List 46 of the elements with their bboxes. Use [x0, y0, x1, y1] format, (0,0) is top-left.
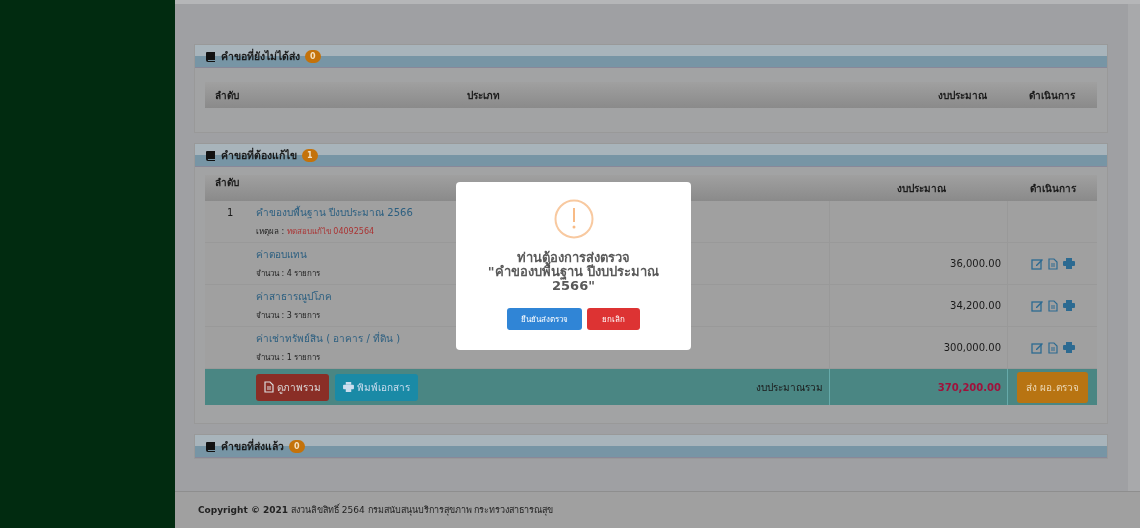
- cancel-button[interactable]: ยกเลิก: [587, 308, 640, 330]
- edit-icon[interactable]: [1030, 299, 1043, 312]
- item-link[interactable]: ค่าสาธารณูปโภค: [256, 291, 332, 302]
- confirm-button[interactable]: ยืนยันส่งตรวจ: [507, 308, 582, 330]
- book-icon: [205, 50, 216, 62]
- edit-icon[interactable]: [1030, 257, 1043, 270]
- book-icon: [205, 149, 216, 161]
- document-icon[interactable]: [1047, 341, 1058, 354]
- overview-button[interactable]: ดูภาพรวม: [256, 373, 329, 401]
- column-header: ประเภท: [466, 88, 501, 103]
- amount: 36,000.00: [950, 258, 1001, 269]
- print-button[interactable]: พิมพ์เอกสาร: [335, 373, 418, 401]
- document-icon: [264, 381, 274, 393]
- total-label: งบประมาณรวม: [756, 380, 823, 395]
- copyright-text: Copyright © 2021 สงวนลิขสิทธิ์ 2564 กรมสนับสนุนบริการสุขภาพ กระทรวงสาธารณสุข: [198, 503, 554, 517]
- column-header: งบประมาณ: [937, 88, 988, 103]
- amount: 300,000.00: [943, 342, 1001, 353]
- column-header: ลำดับ: [214, 176, 240, 190]
- amount: 34,200.00: [950, 300, 1001, 311]
- column-header: ดำเนินการ: [1028, 181, 1077, 196]
- edit-icon[interactable]: [1030, 341, 1043, 354]
- request-link[interactable]: คำของบพื้นฐาน ปีงบประมาณ 2566: [256, 207, 413, 218]
- panel-title: คำขอที่ส่งแล้ว: [221, 437, 284, 454]
- column-header: งบประมาณ: [896, 181, 947, 196]
- document-icon[interactable]: [1047, 299, 1058, 312]
- book-icon: [205, 440, 216, 452]
- item-count: จำนวน : 4 รายการ: [256, 269, 321, 278]
- panel-title: คำขอที่ต้องแก้ไข: [221, 146, 297, 163]
- document-icon[interactable]: [1047, 257, 1058, 270]
- panel-title: คำขอที่ยังไม่ได้ส่ง: [221, 47, 300, 64]
- column-header: ดำเนินการ: [1028, 88, 1076, 103]
- count-badge: 1: [302, 148, 318, 162]
- item-link[interactable]: ค่าเช่าทรัพย์สิน ( อาคาร / ที่ดิน ): [256, 333, 401, 344]
- row-number: 1: [227, 207, 234, 218]
- submit-button[interactable]: ส่ง ผอ.ตรวจ: [1017, 371, 1088, 403]
- reason-text: ทดสอบแก้ไข 04092564: [286, 227, 375, 236]
- reason-label: เหตุผล :: [256, 227, 285, 236]
- count-badge: 0: [305, 49, 321, 63]
- scrollbar[interactable]: [1128, 4, 1140, 491]
- count-badge: 0: [289, 439, 305, 453]
- item-link[interactable]: ค่าตอบแทน: [256, 249, 307, 260]
- warning-icon: [553, 199, 594, 239]
- total-amount: 370,200.00: [937, 381, 1001, 393]
- column-header: ลำดับ: [214, 88, 240, 103]
- item-count: จำนวน : 1 รายการ: [256, 353, 321, 362]
- item-count: จำนวน : 3 รายการ: [256, 311, 321, 320]
